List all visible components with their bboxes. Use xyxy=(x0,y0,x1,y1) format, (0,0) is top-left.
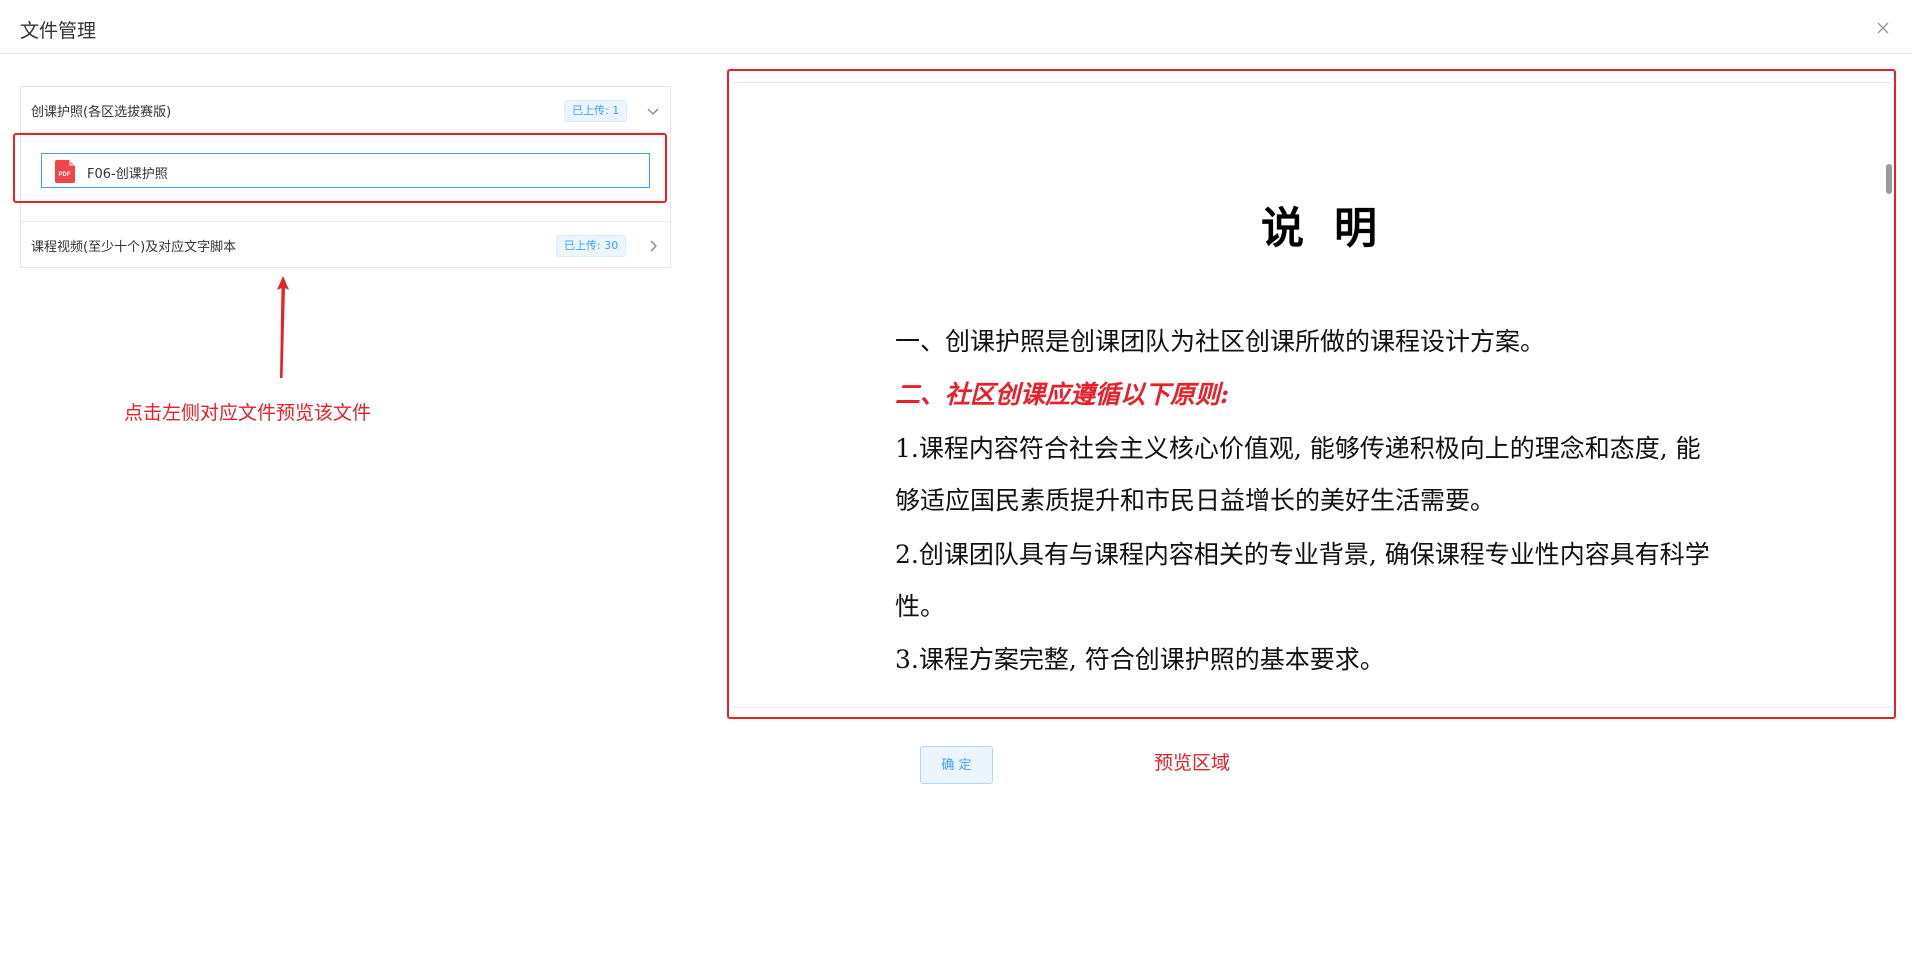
dialog-header: 文件管理 xyxy=(0,0,1912,54)
close-icon[interactable] xyxy=(1872,17,1894,39)
file-group-header-passport[interactable]: 创课护照(各区选拔赛版) 已上传: 1 xyxy=(21,87,670,133)
annotation-highlight-box-right xyxy=(727,69,1896,719)
upload-count-badge: 已上传: 1 xyxy=(564,100,628,122)
confirm-button[interactable]: 确 定 xyxy=(920,746,993,784)
file-group-header-videos[interactable]: 课程视频(至少十个)及对应文字脚本 已上传: 30 xyxy=(21,221,670,267)
annotation-highlight-box-left xyxy=(13,133,667,203)
chevron-down-icon xyxy=(646,103,660,117)
file-group-label: 课程视频(至少十个)及对应文字脚本 xyxy=(31,240,237,255)
chevron-right-icon xyxy=(646,238,660,252)
dialog-title: 文件管理 xyxy=(20,20,97,42)
annotation-arrow-up-icon xyxy=(277,276,289,378)
annotation-right-hint: 预览区域 xyxy=(1154,752,1231,774)
upload-count-badge: 已上传: 30 xyxy=(556,235,627,257)
annotation-left-hint: 点击左侧对应文件预览该文件 xyxy=(124,402,372,424)
file-group-label: 创课护照(各区选拔赛版) xyxy=(31,105,172,120)
